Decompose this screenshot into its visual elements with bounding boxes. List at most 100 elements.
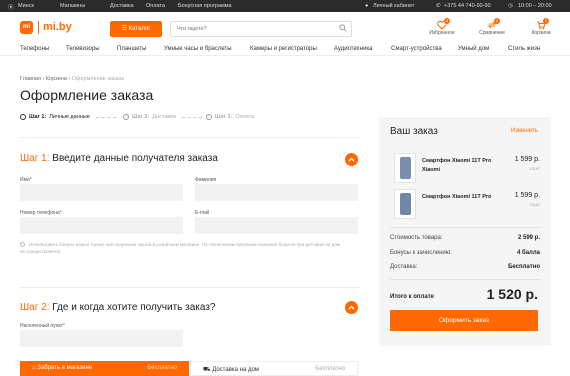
user-icon: ●	[365, 3, 369, 9]
bonus-label: Бонусы к зачислению:	[390, 250, 452, 256]
compare-count: 0	[494, 18, 500, 24]
breadcrumb: Главная › Корзина › Оформление заказа	[20, 76, 124, 82]
collapse-section-button[interactable]	[345, 301, 358, 314]
total-label: Итого к оплате	[390, 294, 434, 300]
home-delivery-price: Бесплатно	[315, 366, 345, 372]
top-bar: ⦿ Минск Магазины Доставка Оплата Бонусна…	[0, 0, 570, 12]
first-name-field[interactable]	[20, 184, 183, 201]
product-qty: x1шт	[529, 166, 540, 171]
breadcrumb-cart[interactable]: Корзина	[46, 76, 67, 82]
catalog-label: Каталог	[128, 26, 151, 32]
first-name-label: Имя*	[20, 177, 32, 183]
locality-field[interactable]	[20, 330, 183, 347]
topbar-link-delivery[interactable]: Доставка	[110, 3, 134, 9]
step-dot-icon	[206, 114, 212, 120]
product-qty: x1шт	[529, 202, 540, 207]
search-icon[interactable]	[339, 24, 347, 32]
delivery-row: Доставка: Бесплатно	[390, 264, 540, 270]
location-pin-icon: ⦿	[8, 5, 14, 11]
nav-item-audio[interactable]: Аудиотехника	[334, 46, 372, 52]
nav-item-cameras[interactable]: Камеры и регистраторы	[250, 46, 317, 52]
step-number: Шаг 2:	[132, 114, 150, 120]
product-name[interactable]: Смартфон Xiaomi 11T Pro	[422, 193, 502, 202]
compare-button[interactable]: 0 Сравнение	[478, 18, 506, 36]
header: mi mi.by ☰ Каталог 0 Избранное 0 Сравнен…	[0, 12, 570, 44]
info-checkbox[interactable]	[20, 242, 25, 248]
topbar-link-stores[interactable]: Магазины	[60, 3, 85, 9]
product-name[interactable]: Смартфон Xiaomi 11T Pro Xiaomi	[422, 157, 502, 175]
phone-number-field[interactable]	[20, 217, 183, 234]
nav-item-lifestyle[interactable]: Стиль жизн	[508, 46, 540, 52]
home-delivery-label: Доставка на дом	[212, 367, 259, 373]
summary-divider	[390, 279, 540, 280]
favorites-button[interactable]: 0 Избранное	[428, 18, 456, 36]
step-delivery[interactable]: Шаг 2: Доставка	[123, 114, 202, 120]
favorites-label: Избранное	[429, 30, 455, 36]
home-delivery-option[interactable]: ⛟ Доставка на дом Бесплатно	[190, 361, 358, 376]
order-item[interactable]: Смартфон Xiaomi 11T Pro Xiaomi 1 599 р. …	[390, 153, 540, 185]
phone-image-icon	[400, 157, 411, 179]
nav-item-tablets[interactable]: Планшеты	[117, 46, 146, 52]
phone-number-label: Номер телефона*	[20, 210, 62, 216]
pickup-price: Бесплатно	[147, 365, 177, 371]
step-number: Шаг 3:	[215, 114, 233, 120]
order-title: Ваш заказ	[390, 126, 438, 137]
pickup-option[interactable]: ⌂ Забрать в магазине Бесплатно	[20, 361, 189, 376]
order-summary: Ваш заказ Изменить Смартфон Xiaomi 11T P…	[379, 117, 551, 346]
goods-cost-row: Стоимость товара: 2 599 р.	[390, 235, 540, 241]
cart-button[interactable]: 2 Корзина	[527, 18, 555, 36]
clock-icon: ◷	[508, 3, 513, 9]
step-dot-icon	[20, 114, 26, 120]
step-personal-data[interactable]: Шаг 1: Личные данные	[20, 114, 116, 120]
nav-item-smart-devices[interactable]: Смарт-устройства	[391, 46, 442, 52]
email-field[interactable]	[195, 217, 358, 234]
edit-order-link[interactable]: Изменить	[511, 128, 538, 134]
chevron-up-icon	[348, 157, 355, 162]
last-name-label: Фамилия	[195, 177, 217, 183]
section-divider	[20, 137, 360, 138]
product-image	[394, 189, 416, 219]
catalog-button[interactable]: ☰ Каталог	[110, 21, 162, 37]
nav-item-tvs[interactable]: Телевизоры	[66, 46, 100, 52]
compare-label: Сравнение	[479, 30, 505, 36]
step-payment[interactable]: Шаг 3: Оплата	[206, 114, 254, 120]
city-selector[interactable]: Минск	[18, 3, 34, 9]
locality-label: Населенный пункт*	[20, 323, 65, 329]
topbar-link-bonus[interactable]: Бонусная программа	[178, 3, 232, 9]
cart-label: Корзина	[531, 30, 551, 36]
place-order-button[interactable]: Оформить заказ	[390, 310, 538, 331]
nav-item-watches[interactable]: Умные часы и браслеты	[164, 46, 232, 52]
bonus-value: 4 балла	[516, 250, 540, 256]
cart-icon: 2	[536, 18, 549, 30]
logo-divider	[38, 21, 39, 34]
step-label: Оплата	[235, 114, 255, 120]
menu-icon: ☰	[121, 26, 129, 32]
phone-link[interactable]: +375 44 740-90-90	[444, 3, 491, 9]
delivery-cost-value: Бесплатно	[508, 264, 540, 270]
summary-divider	[390, 227, 540, 228]
search-input[interactable]	[170, 21, 352, 37]
step-divider	[95, 116, 116, 118]
phone-icon: ✆	[436, 3, 441, 9]
collapse-section-button[interactable]	[345, 153, 358, 166]
breadcrumb-home[interactable]: Главная	[20, 76, 41, 82]
site-logo[interactable]: mi.by	[43, 21, 72, 33]
delivery-cost-label: Доставка:	[390, 264, 418, 270]
bonus-note-text: Использовать бонусы можно только при пол…	[20, 242, 340, 254]
last-name-field[interactable]	[195, 184, 358, 201]
step-number: Шаг 1:	[29, 114, 47, 120]
chevron-up-icon	[348, 305, 355, 310]
step-label: Доставка	[152, 114, 176, 120]
nav-item-phones[interactable]: Телефоны	[20, 46, 49, 52]
topbar-link-payment[interactable]: Оплата	[146, 3, 165, 9]
nav-item-smart-home[interactable]: Умный дом	[458, 46, 489, 52]
section-title-text: Введите данные получателя заказа	[52, 153, 218, 164]
product-image	[394, 153, 416, 183]
phone-image-icon	[400, 193, 411, 215]
order-item[interactable]: Смартфон Xiaomi 11T Pro 1 599 р. x1шт	[390, 189, 540, 221]
cart-count: 2	[543, 18, 549, 24]
account-link[interactable]: Личный кабинет	[373, 3, 414, 9]
email-label: E-mail	[195, 210, 210, 216]
mi-logo-icon[interactable]: mi	[20, 21, 33, 34]
step-dot-icon	[123, 114, 129, 120]
